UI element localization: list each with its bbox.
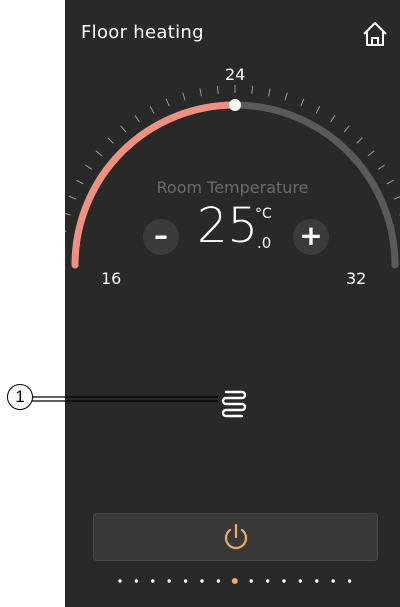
- power-button[interactable]: [93, 513, 378, 561]
- temperature-unit: °C: [255, 206, 272, 222]
- dial-tick: [330, 115, 336, 123]
- dial-tick: [284, 92, 288, 101]
- temperature-value: 25: [197, 198, 259, 254]
- page-dot: [167, 579, 171, 583]
- page-dot: [134, 579, 139, 583]
- device-panel: Floor heating 24 16 32 Room Temperature …: [65, 0, 400, 607]
- dial-tick: [199, 88, 202, 97]
- dial-tick: [367, 150, 375, 157]
- page-dot: [200, 579, 204, 583]
- increase-button[interactable]: +: [293, 219, 329, 255]
- dial-tick: [268, 88, 271, 97]
- dial-tick: [107, 137, 114, 144]
- dial-tick: [300, 98, 305, 107]
- dial-tick: [216, 85, 219, 94]
- scale-label-max: 32: [346, 269, 367, 288]
- dial-tick: [65, 230, 67, 232]
- page-dot: [118, 579, 122, 583]
- dial-tick: [165, 98, 170, 107]
- page-dot: [265, 579, 270, 583]
- temperature-decimal: .0: [257, 234, 272, 252]
- page-indicator: [118, 578, 352, 584]
- page-dot: [151, 579, 155, 583]
- page-dot: [298, 579, 303, 583]
- dial-tick: [356, 137, 363, 144]
- page-dot: [183, 579, 188, 583]
- dial-tick: [65, 212, 71, 216]
- page-dot: [315, 579, 319, 583]
- scale-label-min: 16: [101, 269, 122, 288]
- dial-tick: [95, 150, 103, 157]
- dial-tick: [315, 106, 321, 114]
- callout-number: 1: [7, 384, 33, 410]
- page-dot: [216, 579, 221, 583]
- callout-leader-line: [32, 396, 218, 402]
- scale-label-mid: 24: [225, 65, 246, 84]
- power-icon: [224, 523, 248, 550]
- page-dot: [282, 579, 286, 583]
- page-dot: [347, 579, 352, 583]
- dial-tick: [251, 85, 254, 94]
- dial-tick: [134, 115, 140, 123]
- dial-tick: [149, 106, 155, 114]
- room-temperature-label: Room Temperature: [156, 178, 309, 197]
- dial-tick: [343, 125, 350, 133]
- page-dot: [331, 579, 335, 583]
- dial-tick: [377, 164, 385, 170]
- dial-tick: [182, 92, 186, 101]
- dial-tick: [120, 125, 127, 133]
- dial-knob: [229, 99, 241, 111]
- dial-tick: [85, 164, 93, 170]
- decrease-button[interactable]: –: [143, 219, 179, 255]
- page-dot-active: [231, 578, 238, 584]
- page-dot: [249, 579, 253, 583]
